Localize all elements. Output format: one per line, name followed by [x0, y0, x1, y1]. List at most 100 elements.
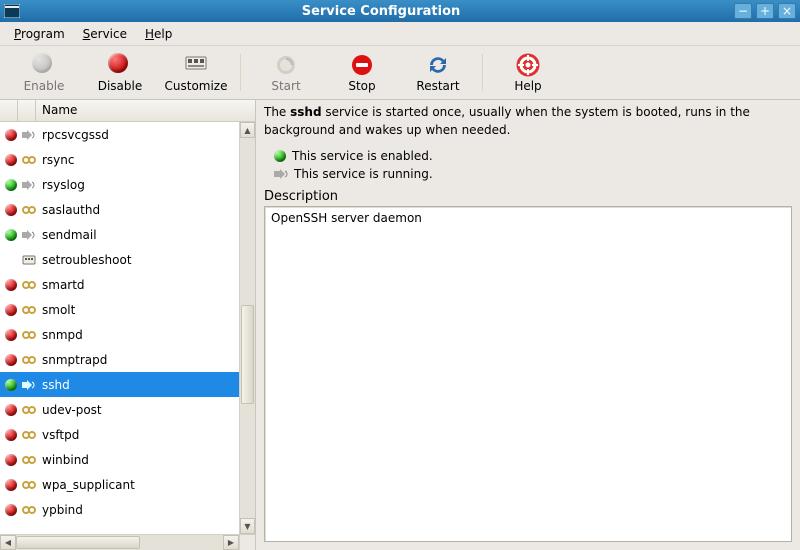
enable-button[interactable]: Enable — [6, 50, 82, 95]
enabled-status-line: This service is enabled. — [274, 149, 792, 163]
service-name: vsftpd — [38, 428, 237, 442]
status-dot-icon — [5, 179, 17, 191]
list-item[interactable]: ypbind — [0, 497, 239, 522]
service-name: sendmail — [38, 228, 237, 242]
status-cell — [2, 354, 20, 366]
service-name: smolt — [38, 303, 237, 317]
list-item[interactable]: winbind — [0, 447, 239, 472]
scroll-right-button[interactable]: ▶ — [223, 535, 239, 550]
list-item[interactable]: snmpd — [0, 322, 239, 347]
list-header: Name — [0, 100, 255, 122]
list-item[interactable]: vsftpd — [0, 422, 239, 447]
service-name: sshd — [38, 378, 237, 392]
list-item[interactable]: wpa_supplicant — [0, 472, 239, 497]
scroll-track[interactable] — [240, 138, 255, 518]
list-header-status-col[interactable] — [0, 100, 18, 121]
status-dot-icon — [5, 154, 17, 166]
indicator-cell — [20, 129, 38, 141]
toolbar-separator-2 — [482, 54, 484, 91]
indicator-cell — [20, 479, 38, 491]
list-item[interactable]: saslauthd — [0, 197, 239, 222]
info-post: service is started once, usually when th… — [264, 105, 750, 137]
status-cell — [2, 429, 20, 441]
status-cell — [2, 379, 20, 391]
list-item[interactable]: smolt — [0, 297, 239, 322]
list-item[interactable]: rpcsvcgssd — [0, 122, 239, 147]
status-dot-icon — [5, 479, 17, 491]
close-button[interactable]: × — [778, 3, 796, 19]
description-box: OpenSSH server daemon — [264, 206, 792, 542]
menu-program[interactable]: Program — [6, 25, 73, 43]
minimize-button[interactable]: − — [734, 3, 752, 19]
window-titlebar: Service Configuration − + × — [0, 0, 800, 22]
status-cell — [2, 404, 20, 416]
status-cell — [2, 504, 20, 516]
menu-help[interactable]: Help — [137, 25, 180, 43]
status-cell — [2, 454, 20, 466]
customize-icon — [184, 53, 208, 77]
restart-button[interactable]: Restart — [400, 50, 476, 95]
scroll-down-button[interactable]: ▼ — [240, 518, 255, 534]
list-item[interactable]: rsync — [0, 147, 239, 172]
service-name: ypbind — [38, 503, 237, 517]
list-item[interactable]: sshd — [0, 372, 239, 397]
status-dot-icon — [5, 229, 17, 241]
stop-icon — [350, 53, 374, 77]
indicator-cell — [20, 404, 38, 416]
running-text: This service is running. — [294, 167, 433, 181]
disable-label: Disable — [98, 79, 143, 93]
stop-label: Stop — [348, 79, 375, 93]
status-dot-icon — [5, 454, 17, 466]
toolbar-separator — [240, 54, 242, 91]
info-service-name: sshd — [290, 105, 321, 119]
service-name: rsyslog — [38, 178, 237, 192]
running-icon — [274, 168, 288, 180]
status-cell — [2, 479, 20, 491]
status-cell — [2, 129, 20, 141]
app-icon — [4, 4, 20, 18]
status-dot-icon — [5, 504, 17, 516]
menubar: Program Service Help — [0, 22, 800, 46]
start-button[interactable]: Start — [248, 50, 324, 95]
list-item[interactable]: snmptrapd — [0, 347, 239, 372]
status-dot-icon — [5, 379, 17, 391]
maximize-button[interactable]: + — [756, 3, 774, 19]
enabled-text: This service is enabled. — [292, 149, 433, 163]
indicator-cell — [20, 329, 38, 341]
list-item[interactable]: udev-post — [0, 397, 239, 422]
horizontal-scrollbar[interactable]: ◀ ▶ — [0, 534, 239, 550]
hscroll-track[interactable] — [16, 535, 223, 550]
status-cell — [2, 329, 20, 341]
service-list[interactable]: rpcsvcgssd rsync rsyslog saslauthd sendmail s… — [0, 122, 239, 534]
list-header-name-col[interactable]: Name — [36, 100, 255, 121]
status-dot-icon — [5, 204, 17, 216]
disable-button[interactable]: Disable — [82, 50, 158, 95]
vertical-scrollbar[interactable]: ▲ ▼ — [239, 122, 255, 534]
hscroll-thumb[interactable] — [16, 536, 140, 549]
list-item[interactable]: setroubleshoot — [0, 247, 239, 272]
enable-label: Enable — [24, 79, 65, 93]
scroll-thumb[interactable] — [241, 305, 254, 404]
customize-button[interactable]: Customize — [158, 50, 234, 95]
status-cell — [2, 229, 20, 241]
help-label: Help — [514, 79, 541, 93]
help-button[interactable]: Help — [490, 50, 566, 95]
start-icon — [274, 53, 298, 77]
list-item[interactable]: smartd — [0, 272, 239, 297]
scroll-left-button[interactable]: ◀ — [0, 535, 16, 550]
stop-button[interactable]: Stop — [324, 50, 400, 95]
status-cell — [2, 204, 20, 216]
menu-service[interactable]: Service — [75, 25, 135, 43]
scroll-up-button[interactable]: ▲ — [240, 122, 255, 138]
window-title: Service Configuration — [28, 4, 734, 19]
service-name: rpcsvcgssd — [38, 128, 237, 142]
list-item[interactable]: rsyslog — [0, 172, 239, 197]
running-status-line: This service is running. — [274, 167, 792, 181]
status-cell — [2, 154, 20, 166]
list-item[interactable]: sendmail — [0, 222, 239, 247]
service-name: rsync — [38, 153, 237, 167]
list-header-indicator-col[interactable] — [18, 100, 36, 121]
status-dot-icon — [5, 354, 17, 366]
toolbar: Enable Disable Customize Start Stop Rest… — [0, 46, 800, 100]
status-dot-icon — [5, 304, 17, 316]
